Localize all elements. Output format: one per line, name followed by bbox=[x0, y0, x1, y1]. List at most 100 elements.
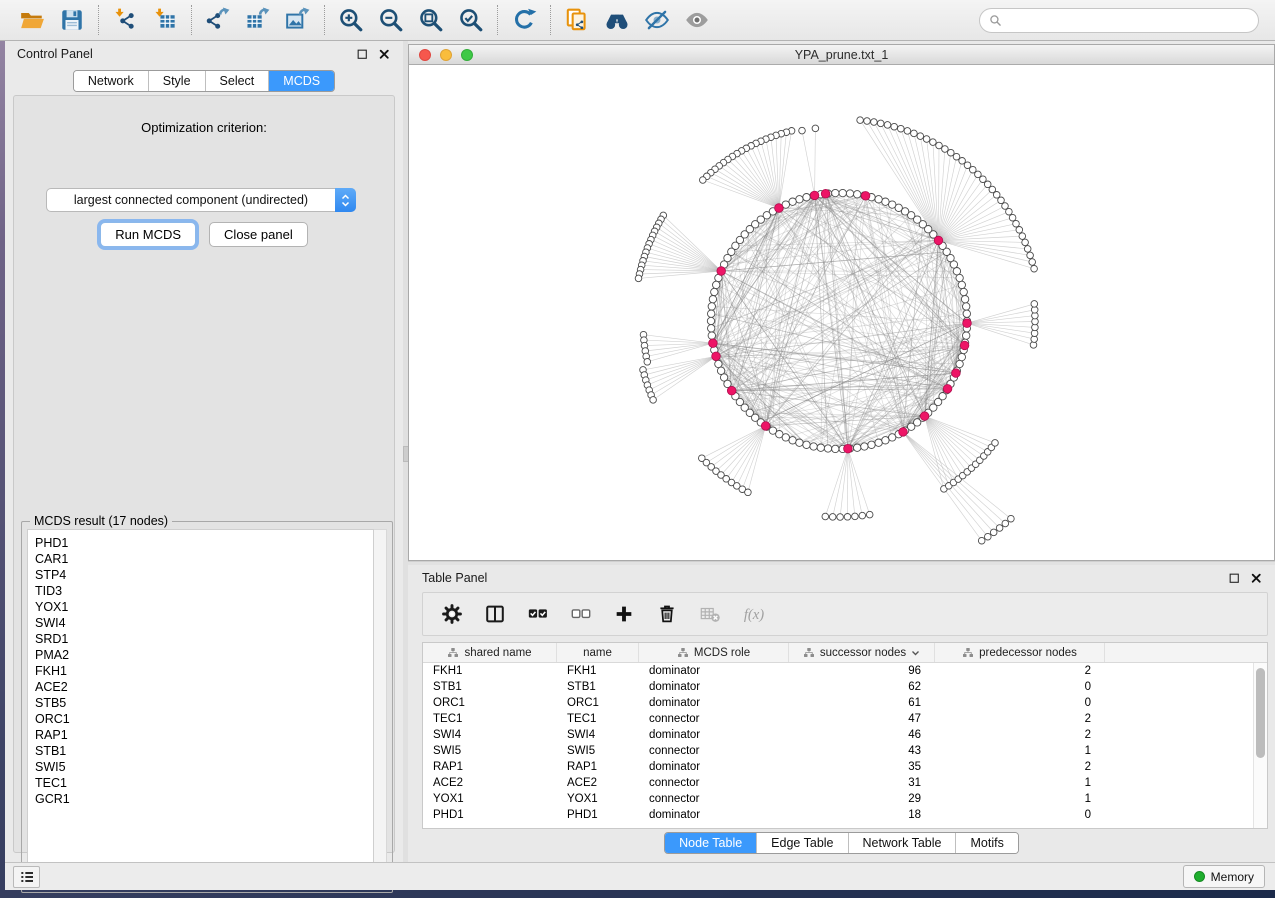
zoom-out-button[interactable] bbox=[374, 4, 408, 36]
table-scrollbar[interactable] bbox=[1253, 663, 1267, 828]
search-box[interactable] bbox=[979, 8, 1259, 33]
cell-successor_nodes[interactable]: 29 bbox=[789, 793, 935, 805]
cell-successor_nodes[interactable]: 61 bbox=[789, 697, 935, 709]
tab-style[interactable]: Style bbox=[148, 71, 205, 91]
cell-shared_name[interactable]: STB1 bbox=[423, 681, 557, 693]
column-header-mcds_role[interactable]: MCDS role bbox=[639, 643, 789, 662]
mcds-result-item[interactable]: CAR1 bbox=[35, 551, 373, 567]
cell-name[interactable]: RAP1 bbox=[557, 761, 639, 773]
cell-shared_name[interactable]: ACE2 bbox=[423, 777, 557, 789]
column-header-predecessor_nodes[interactable]: predecessor nodes bbox=[935, 643, 1105, 662]
mcds-result-item[interactable]: SRD1 bbox=[35, 631, 373, 647]
cell-predecessor_nodes[interactable]: 1 bbox=[935, 777, 1105, 789]
split-view-button[interactable] bbox=[482, 601, 508, 627]
cell-predecessor_nodes[interactable]: 2 bbox=[935, 665, 1105, 677]
open-session-button[interactable] bbox=[15, 4, 49, 36]
cell-shared_name[interactable]: SWI4 bbox=[423, 729, 557, 741]
cell-successor_nodes[interactable]: 43 bbox=[789, 745, 935, 757]
mcds-result-item[interactable]: STB5 bbox=[35, 695, 373, 711]
mcds-result-item[interactable]: GCR1 bbox=[35, 791, 373, 807]
tab-motifs[interactable]: Motifs bbox=[955, 833, 1017, 853]
table-scrollbar-thumb[interactable] bbox=[1256, 668, 1265, 758]
delete-columns-button[interactable] bbox=[654, 601, 680, 627]
cell-successor_nodes[interactable]: 35 bbox=[789, 761, 935, 773]
import-network-button[interactable] bbox=[108, 4, 142, 36]
cell-shared_name[interactable]: RAP1 bbox=[423, 761, 557, 773]
save-session-button[interactable] bbox=[55, 4, 89, 36]
cell-shared_name[interactable]: TEC1 bbox=[423, 713, 557, 725]
close-panel-button[interactable]: Close panel bbox=[209, 222, 308, 247]
cell-predecessor_nodes[interactable]: 2 bbox=[935, 729, 1105, 741]
mcds-result-item[interactable]: PMA2 bbox=[35, 647, 373, 663]
cell-name[interactable]: ACE2 bbox=[557, 777, 639, 789]
table-row[interactable]: FKH1FKH1dominator962 bbox=[423, 663, 1253, 679]
cell-name[interactable]: YOX1 bbox=[557, 793, 639, 805]
close-panel-icon[interactable] bbox=[378, 48, 391, 61]
cell-predecessor_nodes[interactable]: 1 bbox=[935, 745, 1105, 757]
cell-successor_nodes[interactable]: 18 bbox=[789, 809, 935, 821]
zoom-selected-button[interactable] bbox=[454, 4, 488, 36]
task-history-button[interactable] bbox=[13, 866, 40, 888]
show-all-button[interactable] bbox=[680, 4, 714, 36]
mcds-result-item[interactable]: SWI5 bbox=[35, 759, 373, 775]
cell-mcds_role[interactable]: dominator bbox=[639, 809, 789, 821]
mcds-result-item[interactable]: ACE2 bbox=[35, 679, 373, 695]
column-header-shared_name[interactable]: shared name bbox=[423, 643, 557, 662]
cell-mcds_role[interactable]: connector bbox=[639, 745, 789, 757]
cell-shared_name[interactable]: YOX1 bbox=[423, 793, 557, 805]
float-table-panel-icon[interactable] bbox=[1228, 572, 1241, 585]
cell-name[interactable]: ORC1 bbox=[557, 697, 639, 709]
cell-name[interactable]: STB1 bbox=[557, 681, 639, 693]
mcds-result-item[interactable]: STP4 bbox=[35, 567, 373, 583]
cell-name[interactable]: FKH1 bbox=[557, 665, 639, 677]
table-row[interactable]: ACE2ACE2connector311 bbox=[423, 775, 1253, 791]
cell-mcds_role[interactable]: dominator bbox=[639, 697, 789, 709]
zoom-fit-button[interactable] bbox=[414, 4, 448, 36]
cell-mcds_role[interactable]: dominator bbox=[639, 729, 789, 741]
cell-name[interactable]: PHD1 bbox=[557, 809, 639, 821]
cell-successor_nodes[interactable]: 46 bbox=[789, 729, 935, 741]
cell-mcds_role[interactable]: dominator bbox=[639, 665, 789, 677]
cell-mcds_role[interactable]: connector bbox=[639, 777, 789, 789]
table-row[interactable]: SWI5SWI5connector431 bbox=[423, 743, 1253, 759]
tab-node-table[interactable]: Node Table bbox=[665, 833, 756, 853]
deselect-all-columns-button[interactable] bbox=[568, 601, 594, 627]
mcds-result-item[interactable]: STB1 bbox=[35, 743, 373, 759]
cell-predecessor_nodes[interactable]: 2 bbox=[935, 713, 1105, 725]
cell-name[interactable]: SWI5 bbox=[557, 745, 639, 757]
mcds-result-item[interactable]: FKH1 bbox=[35, 663, 373, 679]
add-column-button[interactable] bbox=[611, 601, 637, 627]
cell-predecessor_nodes[interactable]: 0 bbox=[935, 681, 1105, 693]
tab-network[interactable]: Network bbox=[74, 71, 148, 91]
cell-mcds_role[interactable]: dominator bbox=[639, 761, 789, 773]
table-row[interactable]: SWI4SWI4dominator462 bbox=[423, 727, 1253, 743]
mcds-result-item[interactable]: RAP1 bbox=[35, 727, 373, 743]
column-header-successor_nodes[interactable]: successor nodes bbox=[789, 643, 935, 662]
table-settings-button[interactable] bbox=[439, 601, 465, 627]
select-all-columns-button[interactable] bbox=[525, 601, 551, 627]
cell-predecessor_nodes[interactable]: 0 bbox=[935, 697, 1105, 709]
table-row[interactable]: YOX1YOX1connector291 bbox=[423, 791, 1253, 807]
export-table-button[interactable] bbox=[241, 4, 275, 36]
export-network-button[interactable] bbox=[201, 4, 235, 36]
memory-button[interactable]: Memory bbox=[1183, 865, 1265, 888]
cell-successor_nodes[interactable]: 62 bbox=[789, 681, 935, 693]
table-row[interactable]: RAP1RAP1dominator352 bbox=[423, 759, 1253, 775]
cell-predecessor_nodes[interactable]: 2 bbox=[935, 761, 1105, 773]
cell-mcds_role[interactable]: connector bbox=[639, 713, 789, 725]
cell-mcds_role[interactable]: connector bbox=[639, 793, 789, 805]
cell-name[interactable]: SWI4 bbox=[557, 729, 639, 741]
optimization-criterion-select[interactable]: largest connected component (undirected) bbox=[46, 188, 356, 212]
cell-shared_name[interactable]: SWI5 bbox=[423, 745, 557, 757]
table-row[interactable]: STB1STB1dominator620 bbox=[423, 679, 1253, 695]
tab-network-table[interactable]: Network Table bbox=[848, 833, 956, 853]
tab-mcds[interactable]: MCDS bbox=[268, 71, 334, 91]
find-button[interactable] bbox=[600, 4, 634, 36]
apply-layout-button[interactable] bbox=[507, 4, 541, 36]
cell-mcds_role[interactable]: dominator bbox=[639, 681, 789, 693]
cell-shared_name[interactable]: FKH1 bbox=[423, 665, 557, 677]
mcds-result-item[interactable]: TEC1 bbox=[35, 775, 373, 791]
cell-shared_name[interactable]: PHD1 bbox=[423, 809, 557, 821]
close-table-panel-icon[interactable] bbox=[1250, 572, 1263, 585]
cell-successor_nodes[interactable]: 96 bbox=[789, 665, 935, 677]
